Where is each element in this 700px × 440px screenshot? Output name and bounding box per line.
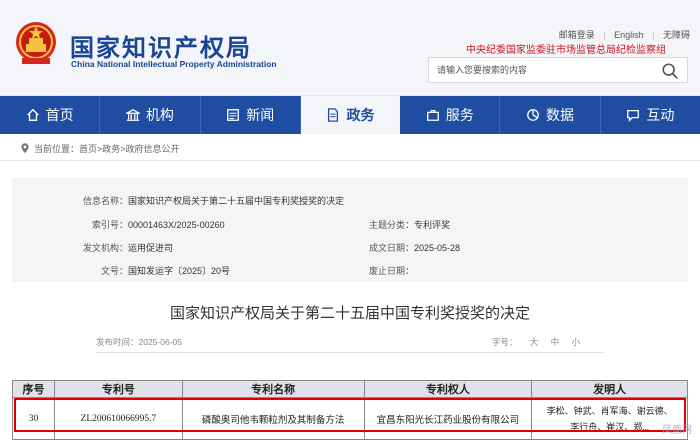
cell-owner: 宜昌东阳光长江药业股份有限公司 <box>363 397 533 440</box>
cell-patent-name: 磷酸奥司他韦颗粒剂及其制备方法 <box>181 397 365 440</box>
font-size-controls: 字号： 大 中 小 <box>482 336 580 348</box>
breadcrumb-text[interactable]: 当前位置：首页>政务>政府信息公开 <box>34 142 180 155</box>
nav-label: 机构 <box>145 107 174 123</box>
nav-label: 首页 <box>45 107 74 123</box>
col-header-inventors: 发明人 <box>531 380 688 398</box>
font-size-large[interactable]: 大 <box>530 337 539 347</box>
nav-label: 政务 <box>346 107 375 123</box>
divider <box>96 352 604 353</box>
col-header-owner: 专利权人 <box>363 380 533 398</box>
col-header-patent-name: 专利名称 <box>181 380 365 398</box>
discipline-inspection-link[interactable]: 中央纪委国家监委驻市场监管总局纪检监察组 <box>466 41 666 56</box>
nav-item-service[interactable]: 服务 <box>400 96 501 134</box>
nav-item-institution[interactable]: 机构 <box>100 96 201 134</box>
nav-item-home[interactable]: 首页 <box>0 96 101 134</box>
col-header-no: 序号 <box>12 380 55 398</box>
meta-info-name: 信息名称：国家知识产权局关于第二十五届中国专利奖授奖的决定 <box>82 196 345 206</box>
nav-item-data[interactable]: 数据 <box>500 96 601 134</box>
meta-topic: 主题分类：专利评奖 <box>368 220 451 230</box>
breadcrumb: 当前位置：首页>政务>政府信息公开 <box>20 142 180 155</box>
meta-date: 成文日期：2025-05-28 <box>368 243 461 253</box>
meta-repeal-date: 废止日期： <box>368 266 414 276</box>
nav-item-news[interactable]: 新闻 <box>201 96 301 134</box>
top-links: 邮箱登录 | English | 无障碍 <box>558 30 690 40</box>
site-logo-subtitle: China National Intellectual Property Adm… <box>71 59 277 69</box>
accessibility-link[interactable]: 无障碍 <box>663 30 690 40</box>
table-header-row: 序号 专利号 专利名称 专利权人 发明人 <box>12 380 688 398</box>
service-icon <box>426 109 439 121</box>
meta-org: 发文机构：运用促进司 <box>82 243 174 253</box>
search-box <box>428 57 688 83</box>
col-header-patent-no: 专利号 <box>53 380 183 398</box>
search-input[interactable] <box>429 58 649 82</box>
cell-patent-no: ZL200610066995.7 <box>53 397 183 440</box>
font-size-small[interactable]: 小 <box>571 337 580 347</box>
nav-label: 数据 <box>546 107 575 123</box>
english-link[interactable]: English <box>614 30 644 40</box>
publish-time: 发布时间：2025-06-05 <box>96 337 182 347</box>
mail-login-link[interactable]: 邮箱登录 <box>559 30 595 40</box>
meta-index: 索引号：00001463X/2025-00260 <box>91 220 225 230</box>
news-icon <box>227 109 240 121</box>
watermark: 凤凰网 <box>662 425 692 436</box>
site-logo-title[interactable]: 国家知识产权局 <box>70 28 252 63</box>
meta-docno: 文号：国知发运字〔2025〕20号 <box>100 266 231 276</box>
award-table: 序号 专利号 专利名称 专利权人 发明人 30 ZL200610066995.7… <box>12 380 688 440</box>
location-icon <box>21 143 29 154</box>
nav-item-interaction[interactable]: 互动 <box>601 96 700 134</box>
document-meta-panel: 信息名称：国家知识产权局关于第二十五届中国专利奖授奖的决定 索引号：000014… <box>12 178 688 282</box>
nav-label: 新闻 <box>246 107 275 123</box>
chat-icon <box>627 109 640 122</box>
nav-label: 互动 <box>646 107 675 123</box>
nav-label: 服务 <box>445 107 474 123</box>
home-icon <box>26 108 39 121</box>
font-size-medium[interactable]: 中 <box>551 337 560 347</box>
inventors-line-1: 李松、钟武、肖军海、谢云德、 <box>546 405 673 416</box>
font-size-label: 字号： <box>491 337 518 347</box>
nav-item-government-affairs[interactable]: 政务 <box>300 96 401 134</box>
site-header: 国家知识产权局 China National Intellectual Prop… <box>0 0 700 96</box>
document-icon <box>328 108 339 122</box>
table-row: 30 ZL200610066995.7 磷酸奥司他韦颗粒剂及其制备方法 宜昌东阳… <box>12 397 688 440</box>
document-title: 国家知识产权局关于第二十五届中国专利奖授奖的决定 <box>169 305 530 322</box>
search-icon[interactable] <box>661 62 679 80</box>
divider <box>0 160 700 161</box>
cell-no: 30 <box>12 397 55 440</box>
national-emblem-icon <box>16 22 56 64</box>
institution-icon <box>125 108 140 121</box>
data-icon <box>527 109 539 121</box>
main-nav: 首页 机构 新闻 政务 服务 数据 互动 <box>0 96 700 134</box>
